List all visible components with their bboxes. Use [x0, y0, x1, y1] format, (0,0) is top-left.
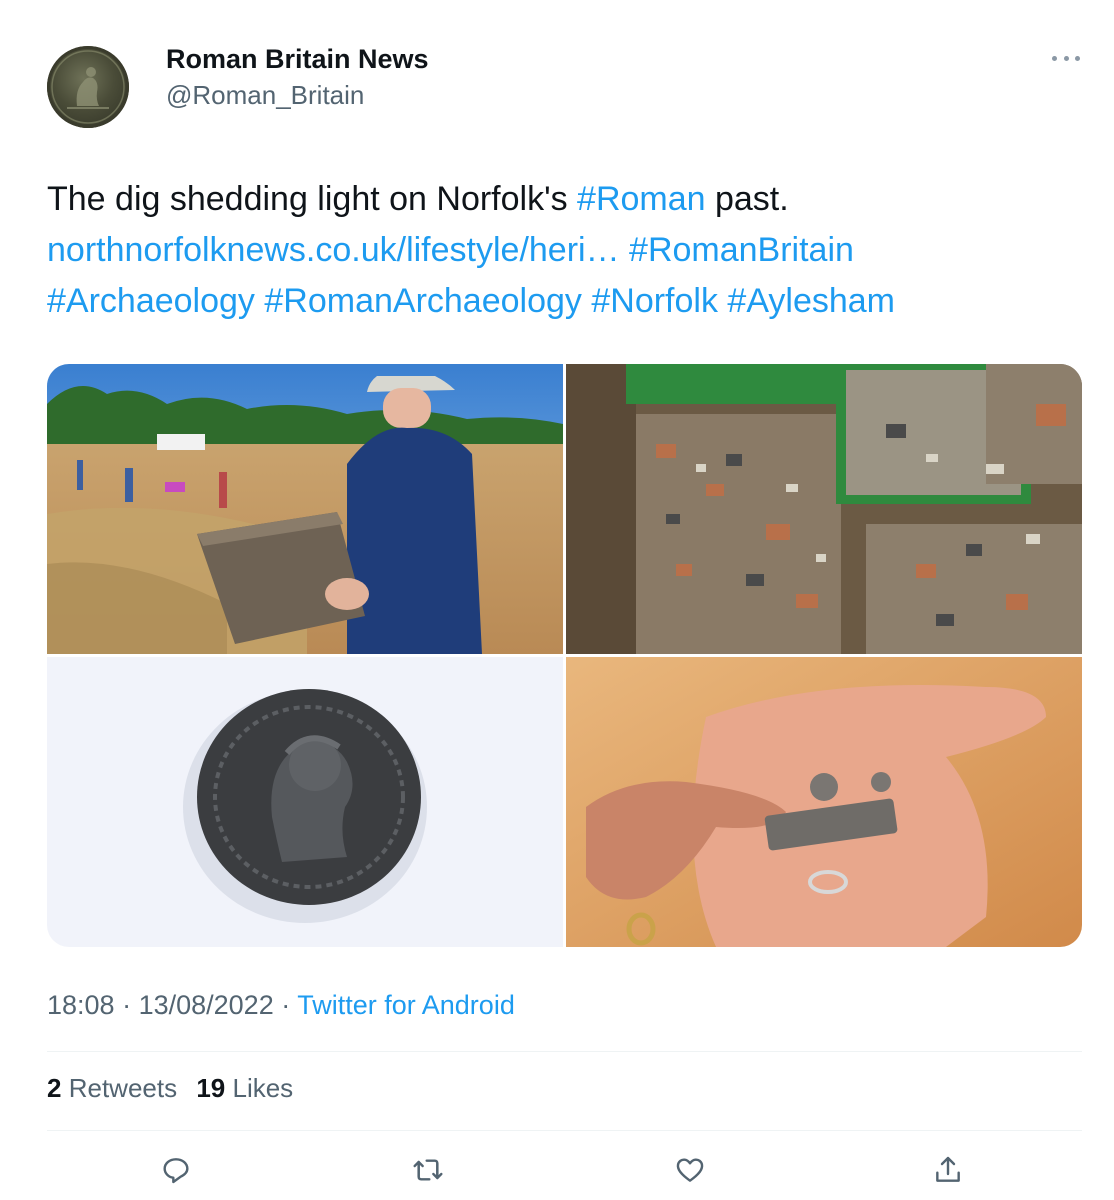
retweet-button[interactable] [408, 1150, 448, 1194]
heart-icon [676, 1158, 704, 1182]
hashtag-norfolk[interactable]: #Norfolk [591, 282, 718, 320]
reply-icon [163, 1158, 189, 1184]
share-button[interactable] [928, 1150, 968, 1194]
likes-count: 19 [196, 1073, 226, 1103]
divider [47, 1130, 1082, 1131]
likes-stat[interactable]: 19 Likes [196, 1073, 293, 1103]
retweets-count: 2 [47, 1073, 62, 1103]
hashtag-aylesham[interactable]: #Aylesham [727, 282, 895, 320]
hashtag-archaeology[interactable]: #Archaeology [47, 282, 255, 320]
media-grid [47, 364, 1082, 947]
author-name[interactable]: Roman Britain News [166, 44, 429, 75]
tweet-stats: 2 Retweets 19 Likes [47, 1073, 305, 1104]
photo-coin[interactable] [47, 657, 563, 947]
tweet-text: The dig shedding light on Norfolk's #Rom… [47, 174, 1077, 327]
photo-excavation[interactable] [47, 364, 563, 654]
tweet-time[interactable]: 18:08 [47, 990, 115, 1020]
hashtag-romanarchaeology[interactable]: #RomanArchaeology [264, 282, 582, 320]
author-handle[interactable]: @Roman_Britain [166, 80, 364, 111]
tweet-date[interactable]: 13/08/2022 [139, 990, 274, 1020]
coin-avatar-image [51, 50, 125, 124]
hashtag-romanbritain[interactable]: #RomanBritain [629, 231, 854, 269]
more-icon[interactable] [1052, 48, 1080, 68]
avatar[interactable] [47, 46, 129, 128]
hashtag-roman[interactable]: #Roman [577, 180, 706, 218]
tweet-text-part: past. [705, 180, 789, 218]
divider [47, 1051, 1082, 1052]
action-bar [0, 1150, 1114, 1194]
retweets-stat[interactable]: 2 Retweets [47, 1073, 177, 1103]
photo-pottery-trays[interactable] [566, 364, 1082, 654]
retweet-icon [413, 1159, 443, 1181]
tweet-meta: 18:08 · 13/08/2022 · Twitter for Android [47, 990, 515, 1021]
reply-button[interactable] [156, 1150, 196, 1194]
article-link[interactable]: northnorfolknews.co.uk/lifestyle/heri… [47, 231, 620, 269]
likes-label: Likes [232, 1073, 294, 1103]
photo-hand-artefact[interactable] [566, 657, 1082, 947]
like-button[interactable] [670, 1150, 710, 1194]
meta-separator: · [273, 990, 298, 1020]
tweet-text-part: The dig shedding light on Norfolk's [47, 180, 578, 218]
tweet-source[interactable]: Twitter for Android [297, 990, 515, 1020]
share-icon [936, 1156, 960, 1182]
retweets-label: Retweets [68, 1073, 178, 1103]
meta-separator: · [114, 990, 139, 1020]
